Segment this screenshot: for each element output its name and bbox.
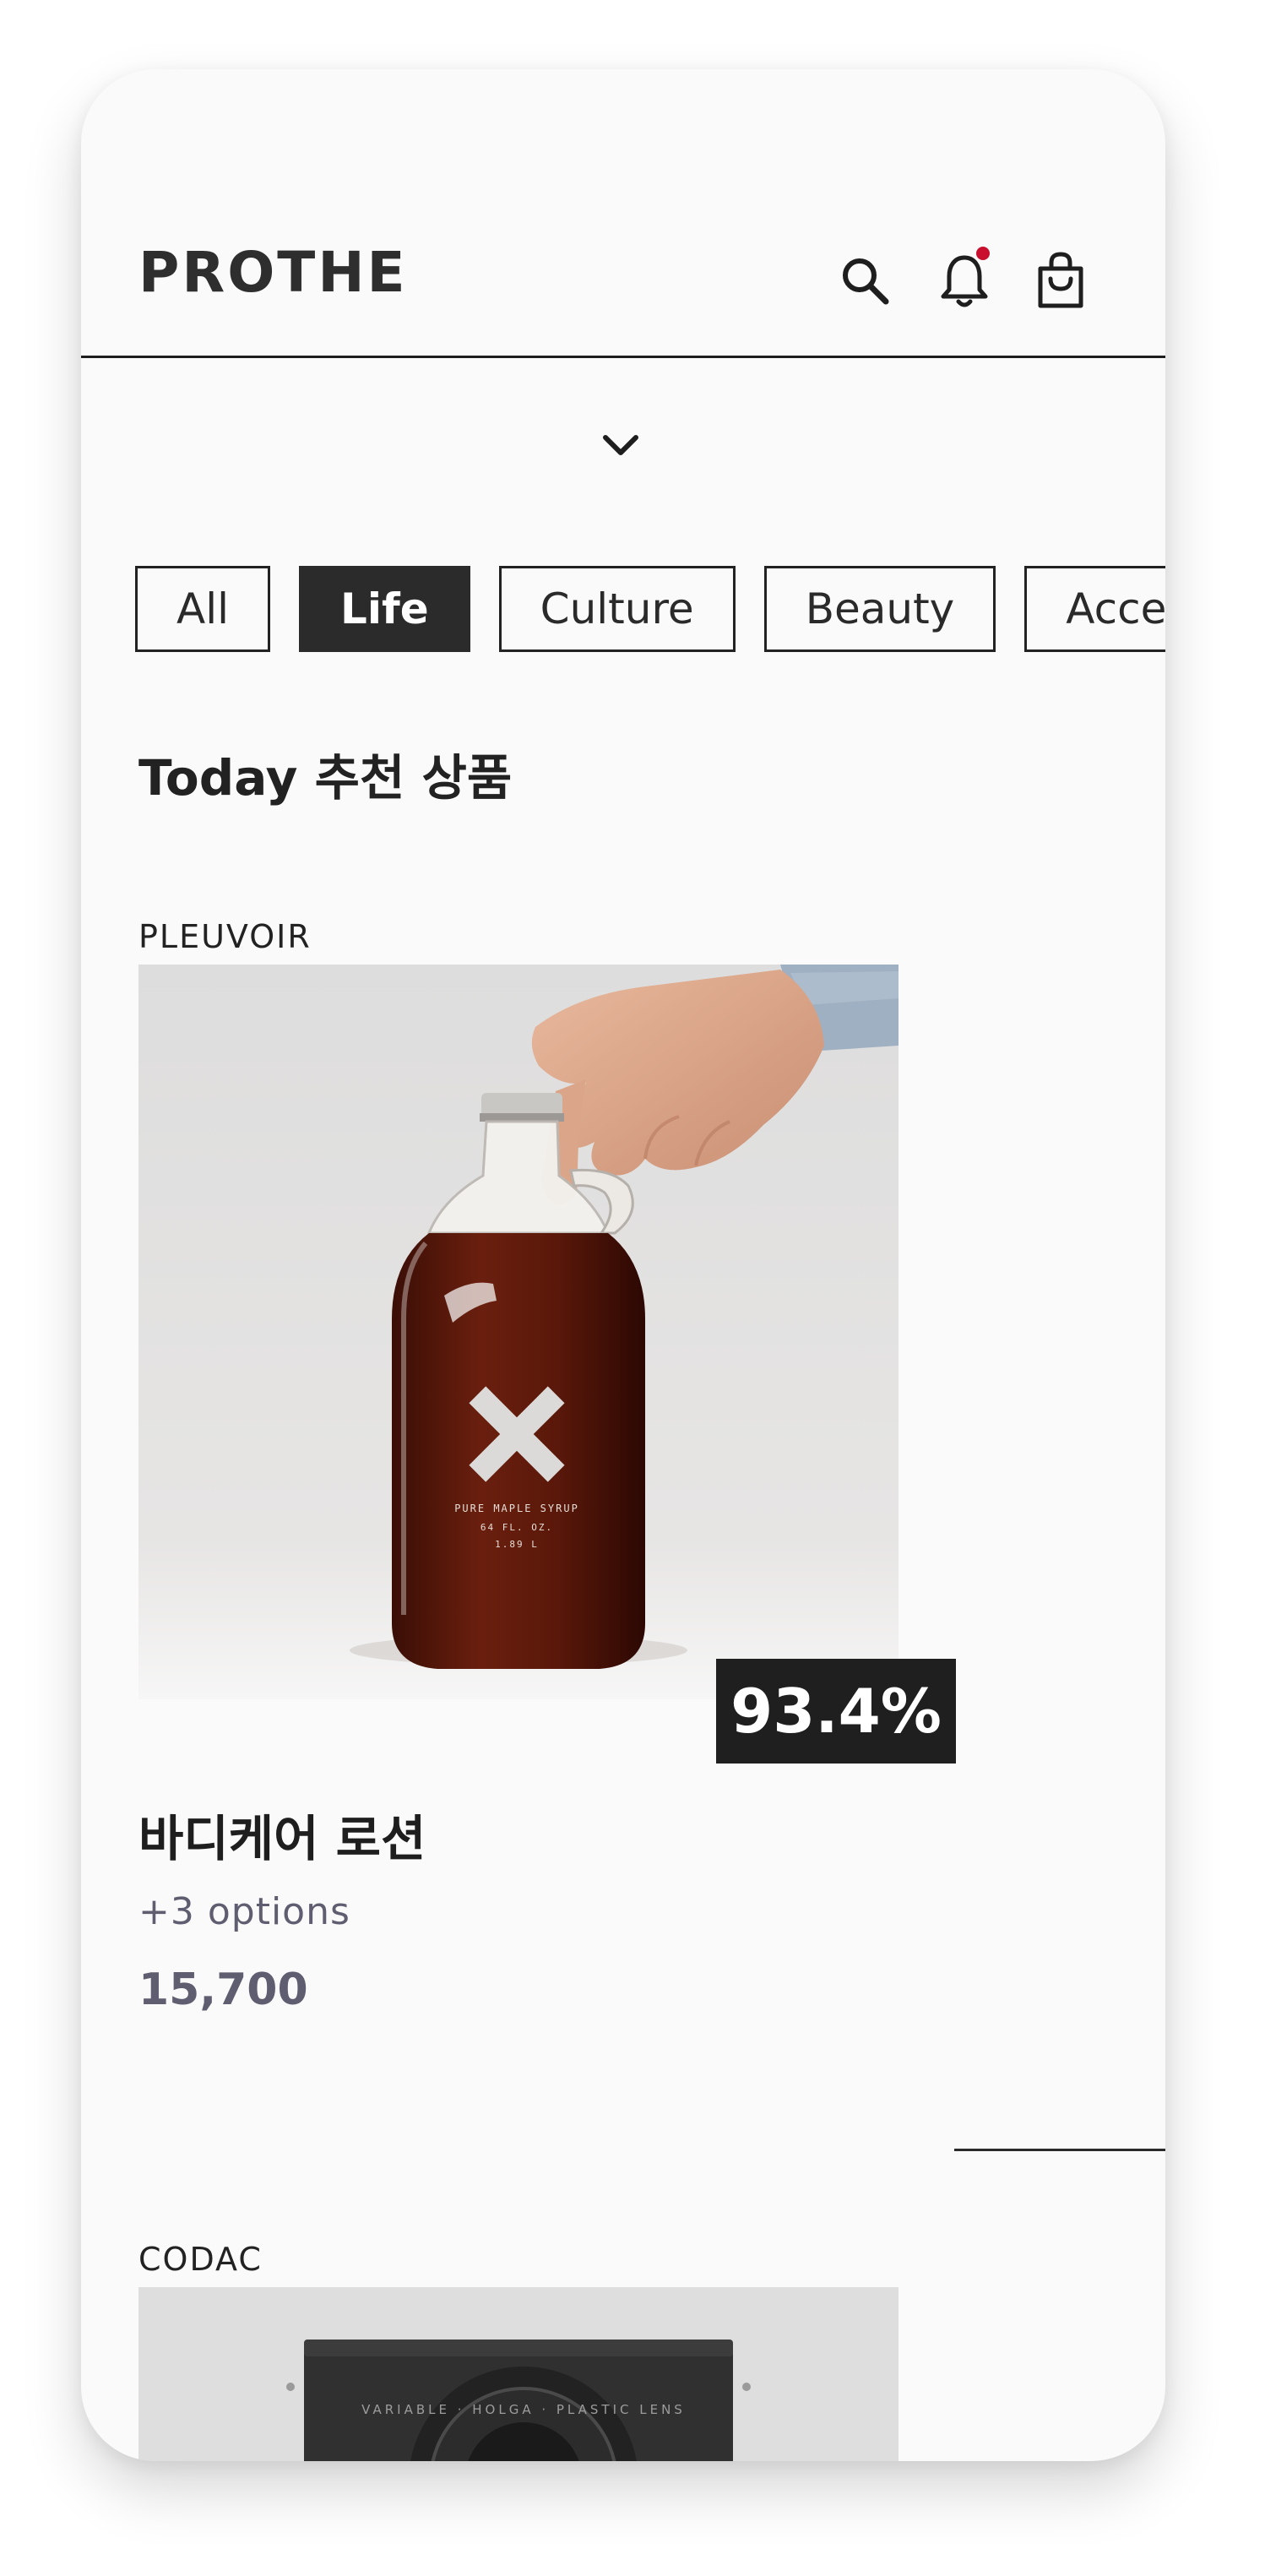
product-brand-2: CODAC — [138, 2241, 263, 2278]
match-rate-badge: 93.4% — [716, 1659, 956, 1764]
product-price: 15,700 — [138, 1965, 308, 2015]
bottle-label-line-1: PURE MAPLE SYRUP — [454, 1503, 579, 1514]
product-image-maple-syrup[interactable]: PURE MAPLE SYRUP 64 FL. OZ. 1.89 L — [138, 965, 899, 1699]
bell-icon[interactable] — [931, 247, 998, 314]
bottle-label-line-3: 1.89 L — [495, 1539, 539, 1550]
product-brand: PLEUVOIR — [138, 918, 312, 955]
section-divider — [954, 2149, 1165, 2151]
section-title: Today 추천 상품 — [138, 749, 513, 807]
app-logo[interactable]: PROTHE — [138, 245, 408, 301]
app-header: PROTHE — [81, 69, 1165, 358]
product-image-camera[interactable]: VARIABLE · HOLGA · PLASTIC LENS — [138, 2287, 899, 2461]
product-name[interactable]: 바디케어 로션 — [138, 1812, 426, 1867]
chip-beauty[interactable]: Beauty — [763, 566, 996, 652]
product-options: +3 options — [138, 1890, 350, 1933]
chip-accessories[interactable]: Accessories — [1024, 566, 1165, 652]
chip-life[interactable]: Life — [299, 566, 470, 652]
lens-ring-text: VARIABLE · HOLGA · PLASTIC LENS — [361, 2402, 686, 2417]
category-filter-bar: All Life Culture Beauty Accessories — [135, 566, 1165, 652]
chip-culture[interactable]: Culture — [498, 566, 736, 652]
chevron-down-icon[interactable] — [591, 416, 650, 475]
notification-dot — [976, 247, 990, 260]
bottle-label-line-2: 64 FL. OZ. — [480, 1522, 553, 1533]
phone-screen: PROTHE All Life Culture Beauty Acce Toda… — [81, 69, 1165, 2461]
search-icon[interactable] — [831, 247, 899, 314]
chip-all[interactable]: All — [135, 566, 270, 652]
shopping-bag-icon[interactable] — [1027, 247, 1094, 314]
